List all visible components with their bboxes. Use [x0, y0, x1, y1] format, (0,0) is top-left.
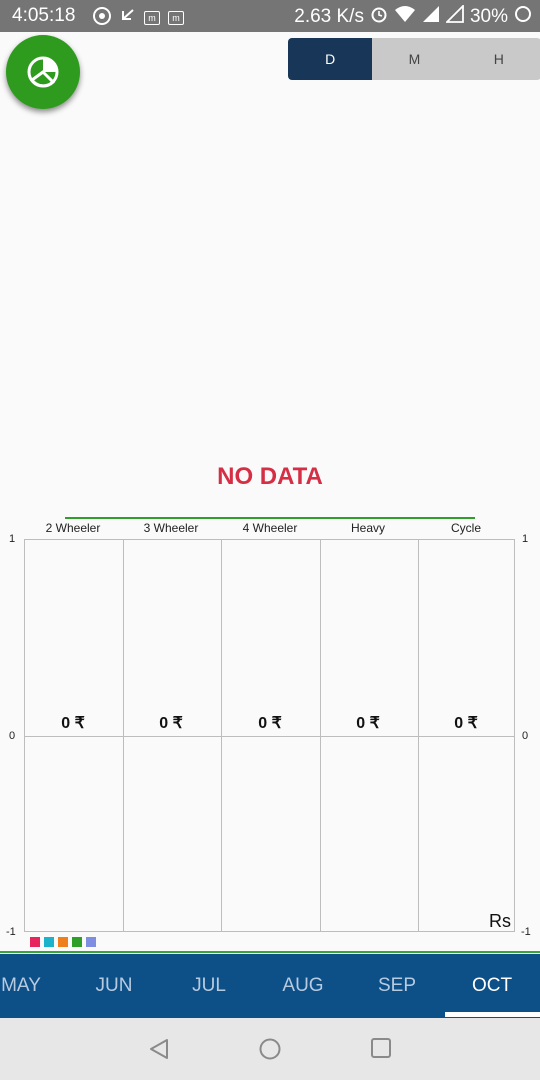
tab-may[interactable]: MAY: [0, 954, 66, 1018]
value-cycle: 0 ₹: [454, 715, 478, 732]
toggle-day[interactable]: D: [288, 38, 373, 80]
net-speed: 2.63 K/s: [294, 6, 364, 27]
tab-sep[interactable]: SEP: [352, 954, 442, 1018]
months-divider: [0, 951, 540, 953]
category-2-wheeler: 2 Wheeler: [45, 521, 101, 535]
right-axis-bottom: -1: [521, 926, 531, 938]
category-cycle: Cycle: [450, 521, 481, 535]
status-time: 4:05:18: [12, 5, 76, 26]
legend-swatch: [58, 937, 68, 947]
battery-percent: 30%: [469, 6, 508, 27]
no-data-label: NO DATA: [217, 463, 323, 490]
tab-aug[interactable]: AUG: [258, 954, 348, 1018]
value-3-wheeler: 0 ₹: [159, 715, 183, 732]
legend-swatch: [86, 937, 96, 947]
value-heavy: 0 ₹: [356, 715, 380, 732]
left-axis-top: 1: [9, 533, 16, 545]
signal-icon: [422, 5, 440, 29]
unit-label: Rs: [489, 911, 511, 931]
system-nav-bar: [0, 1018, 540, 1080]
signal-icon-2: [444, 3, 464, 29]
home-circle-icon[interactable]: [258, 1037, 282, 1061]
value-2-wheeler: 0 ₹: [61, 715, 85, 732]
category-3-wheeler: 3 Wheeler: [143, 521, 199, 535]
toggle-hour[interactable]: H: [456, 38, 540, 80]
selected-tab-indicator: [445, 1012, 540, 1017]
period-toggle: D M H: [288, 38, 540, 80]
zero-line: [25, 736, 514, 737]
month-tabs: MAY JUN JUL AUG SEP OCT: [0, 954, 540, 1018]
category-heavy: Heavy: [350, 521, 385, 535]
left-axis-bottom: -1: [6, 926, 16, 938]
tab-jun[interactable]: JUN: [69, 954, 159, 1018]
legend-swatch: [72, 937, 82, 947]
toggle-month[interactable]: M: [372, 38, 457, 80]
chart-top-line: [65, 517, 475, 519]
tab-oct[interactable]: OCT: [447, 954, 537, 1018]
tab-jul[interactable]: JUL: [164, 954, 254, 1018]
music-notification-icon: [92, 6, 112, 29]
pie-chart-button[interactable]: [6, 35, 80, 109]
value-4-wheeler: 0 ₹: [258, 715, 282, 732]
legend-swatch: [44, 937, 54, 947]
back-triangle-icon[interactable]: [148, 1037, 170, 1061]
m-app-icon-2: m: [168, 10, 184, 25]
status-bar: 4:05:18 m m 2.63 K/s 30%: [0, 0, 540, 32]
wifi-icon: [394, 5, 416, 29]
category-4-wheeler: 4 Wheeler: [242, 521, 298, 535]
alarm-icon: [370, 5, 388, 29]
m-app-icon: m: [144, 10, 160, 25]
chart-grid: [24, 539, 515, 932]
right-axis-mid: 0: [522, 730, 529, 742]
battery-icon: [514, 5, 532, 29]
chart-legend: [30, 937, 96, 947]
status-right: 2.63 K/s 30%: [294, 3, 532, 29]
legend-swatch: [30, 937, 40, 947]
notification-icons: m m: [92, 6, 184, 29]
right-axis-top: 1: [522, 533, 529, 545]
missed-call-icon: [120, 8, 136, 27]
left-axis-mid: 0: [9, 730, 16, 742]
pie-chart-icon: [27, 56, 59, 88]
recents-square-icon[interactable]: [370, 1037, 392, 1059]
